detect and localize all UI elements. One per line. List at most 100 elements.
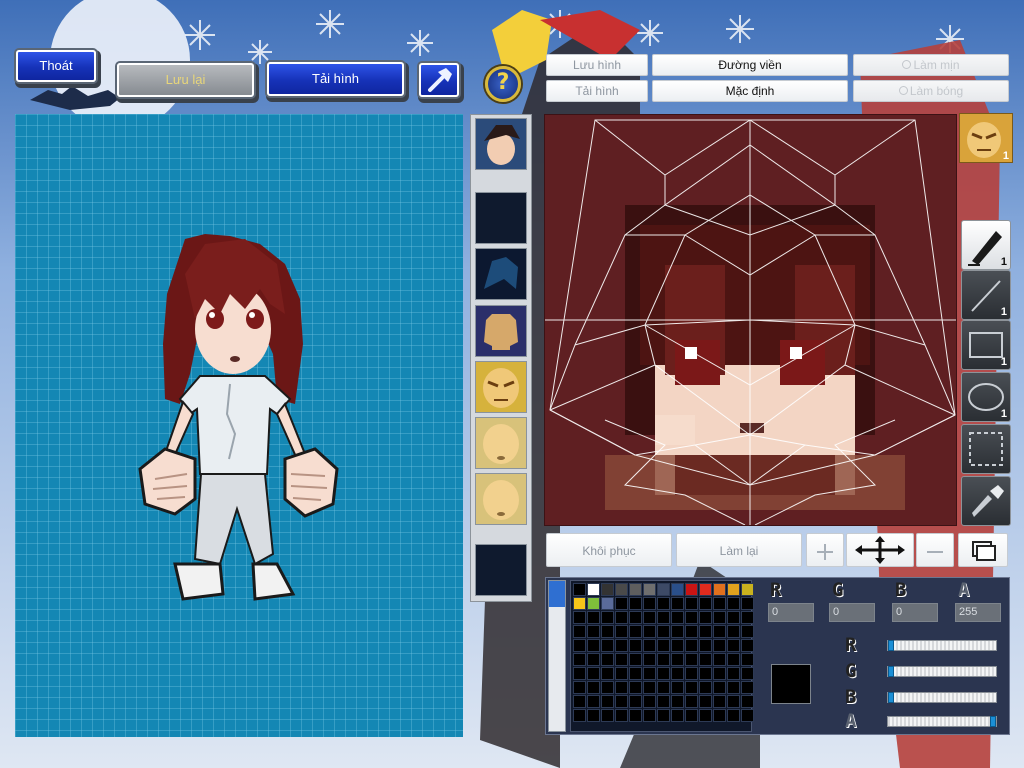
- palette-cell[interactable]: [629, 611, 642, 624]
- palette-cell[interactable]: [727, 625, 740, 638]
- palette-cell[interactable]: [671, 597, 684, 610]
- part-slot-face-thumb[interactable]: [475, 118, 527, 170]
- palette-cell[interactable]: [573, 667, 586, 680]
- palette-cell[interactable]: [573, 625, 586, 638]
- palette-cell[interactable]: [643, 653, 656, 666]
- palette-cell[interactable]: [727, 667, 740, 680]
- face-preview-thumb[interactable]: 1: [959, 113, 1013, 163]
- palette-cell[interactable]: [615, 611, 628, 624]
- part-slot-face-1[interactable]: [475, 361, 527, 413]
- palette-cell[interactable]: [629, 583, 642, 596]
- palette-cell[interactable]: [643, 695, 656, 708]
- palette-cell[interactable]: [643, 709, 656, 722]
- part-slot-face-2[interactable]: [475, 417, 527, 469]
- face-editor-canvas[interactable]: [544, 114, 957, 526]
- palette-cell[interactable]: [699, 681, 712, 694]
- palette-cell[interactable]: [601, 611, 614, 624]
- palette-cell[interactable]: [615, 597, 628, 610]
- palette-tabs[interactable]: [548, 580, 566, 732]
- palette-cell[interactable]: [741, 597, 754, 610]
- palette-cell[interactable]: [657, 639, 670, 652]
- palette-cell[interactable]: [573, 653, 586, 666]
- palette-cell[interactable]: [573, 597, 586, 610]
- part-slot-hair[interactable]: [475, 248, 527, 300]
- palette-cell[interactable]: [629, 681, 642, 694]
- palette-cell[interactable]: [741, 681, 754, 694]
- palette-cell[interactable]: [643, 597, 656, 610]
- palette-cell[interactable]: [615, 625, 628, 638]
- line-tool[interactable]: 1: [961, 270, 1011, 320]
- palette-cell[interactable]: [601, 667, 614, 680]
- redo-button[interactable]: Làm lại: [676, 533, 802, 567]
- palette-cell[interactable]: [643, 611, 656, 624]
- palette-cell[interactable]: [615, 681, 628, 694]
- palette-cell[interactable]: [741, 583, 754, 596]
- zoom-out-button[interactable]: [916, 533, 954, 567]
- r-slider-knob[interactable]: [888, 640, 894, 651]
- palette-cell[interactable]: [713, 709, 726, 722]
- palette-cell[interactable]: [713, 611, 726, 624]
- palette-cell[interactable]: [643, 667, 656, 680]
- palette-cell[interactable]: [741, 625, 754, 638]
- palette-cell[interactable]: [727, 681, 740, 694]
- tab-shine[interactable]: Làm bóng: [853, 80, 1009, 102]
- palette-cell[interactable]: [741, 709, 754, 722]
- a-value-field[interactable]: 255: [955, 603, 1001, 622]
- part-slot-empty-1[interactable]: [475, 192, 527, 244]
- palette-cell[interactable]: [685, 597, 698, 610]
- r-slider[interactable]: [887, 640, 997, 651]
- palette-cell[interactable]: [699, 667, 712, 680]
- palette-cell[interactable]: [741, 639, 754, 652]
- palette-cell[interactable]: [643, 639, 656, 652]
- eyedropper-tool[interactable]: [961, 476, 1011, 526]
- palette-cell[interactable]: [741, 611, 754, 624]
- g-value-field[interactable]: 0: [829, 603, 875, 622]
- palette-cell[interactable]: [601, 695, 614, 708]
- palette-cell[interactable]: [727, 611, 740, 624]
- palette-cell[interactable]: [643, 583, 656, 596]
- palette-cell[interactable]: [685, 695, 698, 708]
- palette-cell[interactable]: [713, 681, 726, 694]
- palette-cell[interactable]: [643, 625, 656, 638]
- palette-cell[interactable]: [741, 695, 754, 708]
- palette-cell[interactable]: [727, 583, 740, 596]
- palette-cell[interactable]: [699, 625, 712, 638]
- palette-grid[interactable]: [570, 580, 754, 732]
- palette-cell[interactable]: [685, 709, 698, 722]
- palette-cell[interactable]: [629, 653, 642, 666]
- palette-cell[interactable]: [713, 653, 726, 666]
- tab-default[interactable]: Mặc định: [652, 80, 848, 102]
- palette-cell[interactable]: [615, 709, 628, 722]
- palette-cell[interactable]: [727, 695, 740, 708]
- palette-cell[interactable]: [699, 709, 712, 722]
- palette-cell[interactable]: [713, 695, 726, 708]
- palette-cell[interactable]: [643, 681, 656, 694]
- tab-smooth[interactable]: Làm mịn: [853, 54, 1009, 76]
- palette-cell[interactable]: [629, 639, 642, 652]
- palette-cell[interactable]: [657, 681, 670, 694]
- layer-button[interactable]: [958, 533, 1008, 567]
- palette-cell[interactable]: [699, 611, 712, 624]
- move-button[interactable]: [846, 533, 914, 567]
- palette-cell[interactable]: [699, 695, 712, 708]
- palette-cell[interactable]: [601, 583, 614, 596]
- reload-image-button[interactable]: Tải hình: [267, 62, 404, 96]
- palette-cell[interactable]: [657, 625, 670, 638]
- palette-cell[interactable]: [685, 611, 698, 624]
- palette-cell[interactable]: [685, 625, 698, 638]
- palette-cell[interactable]: [573, 611, 586, 624]
- palette-cell[interactable]: [573, 583, 586, 596]
- palette-cell[interactable]: [685, 639, 698, 652]
- palette-cell[interactable]: [671, 681, 684, 694]
- palette-cell[interactable]: [713, 583, 726, 596]
- palette-cell[interactable]: [671, 611, 684, 624]
- palette-cell[interactable]: [587, 709, 600, 722]
- palette-cell[interactable]: [727, 709, 740, 722]
- palette-cell[interactable]: [587, 653, 600, 666]
- palette-cell[interactable]: [657, 709, 670, 722]
- palette-cell[interactable]: [671, 625, 684, 638]
- palette-cell[interactable]: [671, 695, 684, 708]
- palette-cell[interactable]: [615, 695, 628, 708]
- palette-cell[interactable]: [741, 667, 754, 680]
- tab-save-image[interactable]: Lưu hình: [546, 54, 648, 76]
